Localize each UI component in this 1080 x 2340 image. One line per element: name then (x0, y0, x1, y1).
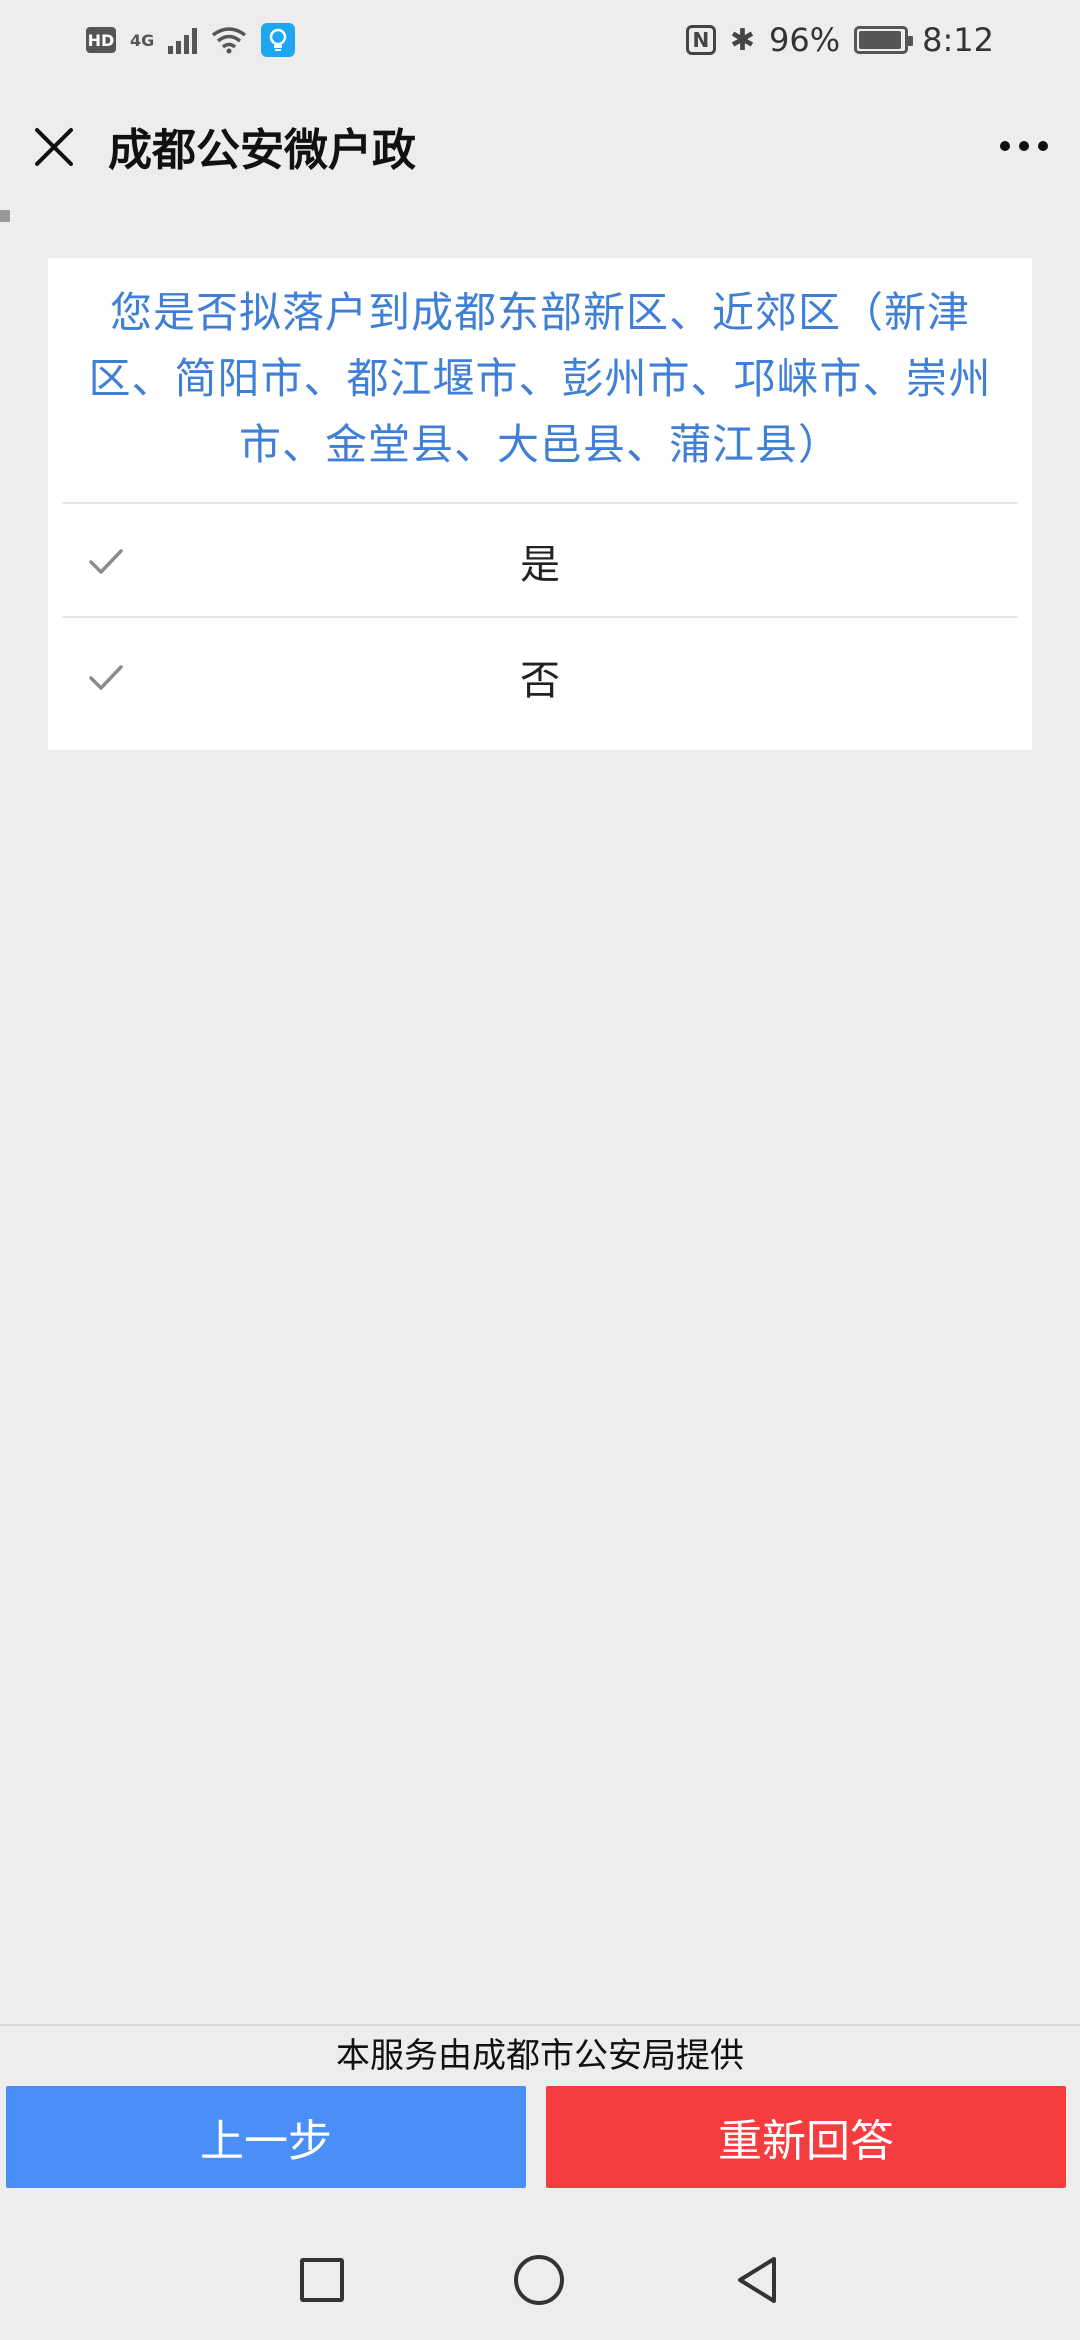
battery-icon (854, 26, 914, 54)
wifi-icon (212, 27, 247, 54)
question-text: 您是否拟落户到成都东部新区、近郊区（新津区、简阳市、都江堰市、彭州市、邛崃市、崇… (88, 288, 992, 469)
close-icon[interactable] (32, 124, 76, 168)
progress-indicator (0, 210, 10, 222)
status-left: HD 4G (86, 23, 296, 57)
page-title: 成都公安微户政 (108, 125, 416, 176)
option-no[interactable]: 否 (62, 616, 1018, 736)
back-icon[interactable] (734, 2255, 780, 2305)
status-bar: HD 4G N ✱ 96% 8:12 (0, 0, 1080, 80)
clock: 8:12 (922, 21, 994, 59)
battery-fill (859, 31, 902, 49)
status-right: N ✱ 96% 8:12 (685, 21, 994, 59)
bluetooth-icon: ✱ (729, 22, 756, 58)
nav-bar: 成都公安微户政 (0, 80, 1080, 212)
hd-icon: HD (86, 27, 116, 53)
battery-percent: 96% (769, 21, 841, 59)
system-nav-bar (0, 2220, 1080, 2340)
lightbulb-icon (261, 23, 296, 57)
check-icon (89, 549, 123, 574)
reanswer-button[interactable]: 重新回答 (546, 2086, 1066, 2188)
question-card: 您是否拟落户到成都东部新区、近郊区（新津区、简阳市、都江堰市、彭州市、邛崃市、崇… (48, 258, 1032, 750)
recent-apps-icon[interactable] (300, 2258, 344, 2302)
option-yes[interactable]: 是 (62, 502, 1018, 618)
network-type: 4G (130, 30, 155, 50)
nfc-icon: N (685, 25, 716, 55)
home-icon[interactable] (514, 2255, 564, 2305)
option-label: 是 (520, 542, 560, 588)
footer-divider (0, 2024, 1080, 2026)
more-icon[interactable] (1000, 121, 1048, 171)
signal-icon (168, 26, 198, 54)
previous-step-button[interactable]: 上一步 (6, 2086, 526, 2188)
service-note: 本服务由成都市公安局提供 (336, 2036, 744, 2076)
check-icon (89, 665, 123, 690)
option-label: 否 (520, 658, 560, 704)
